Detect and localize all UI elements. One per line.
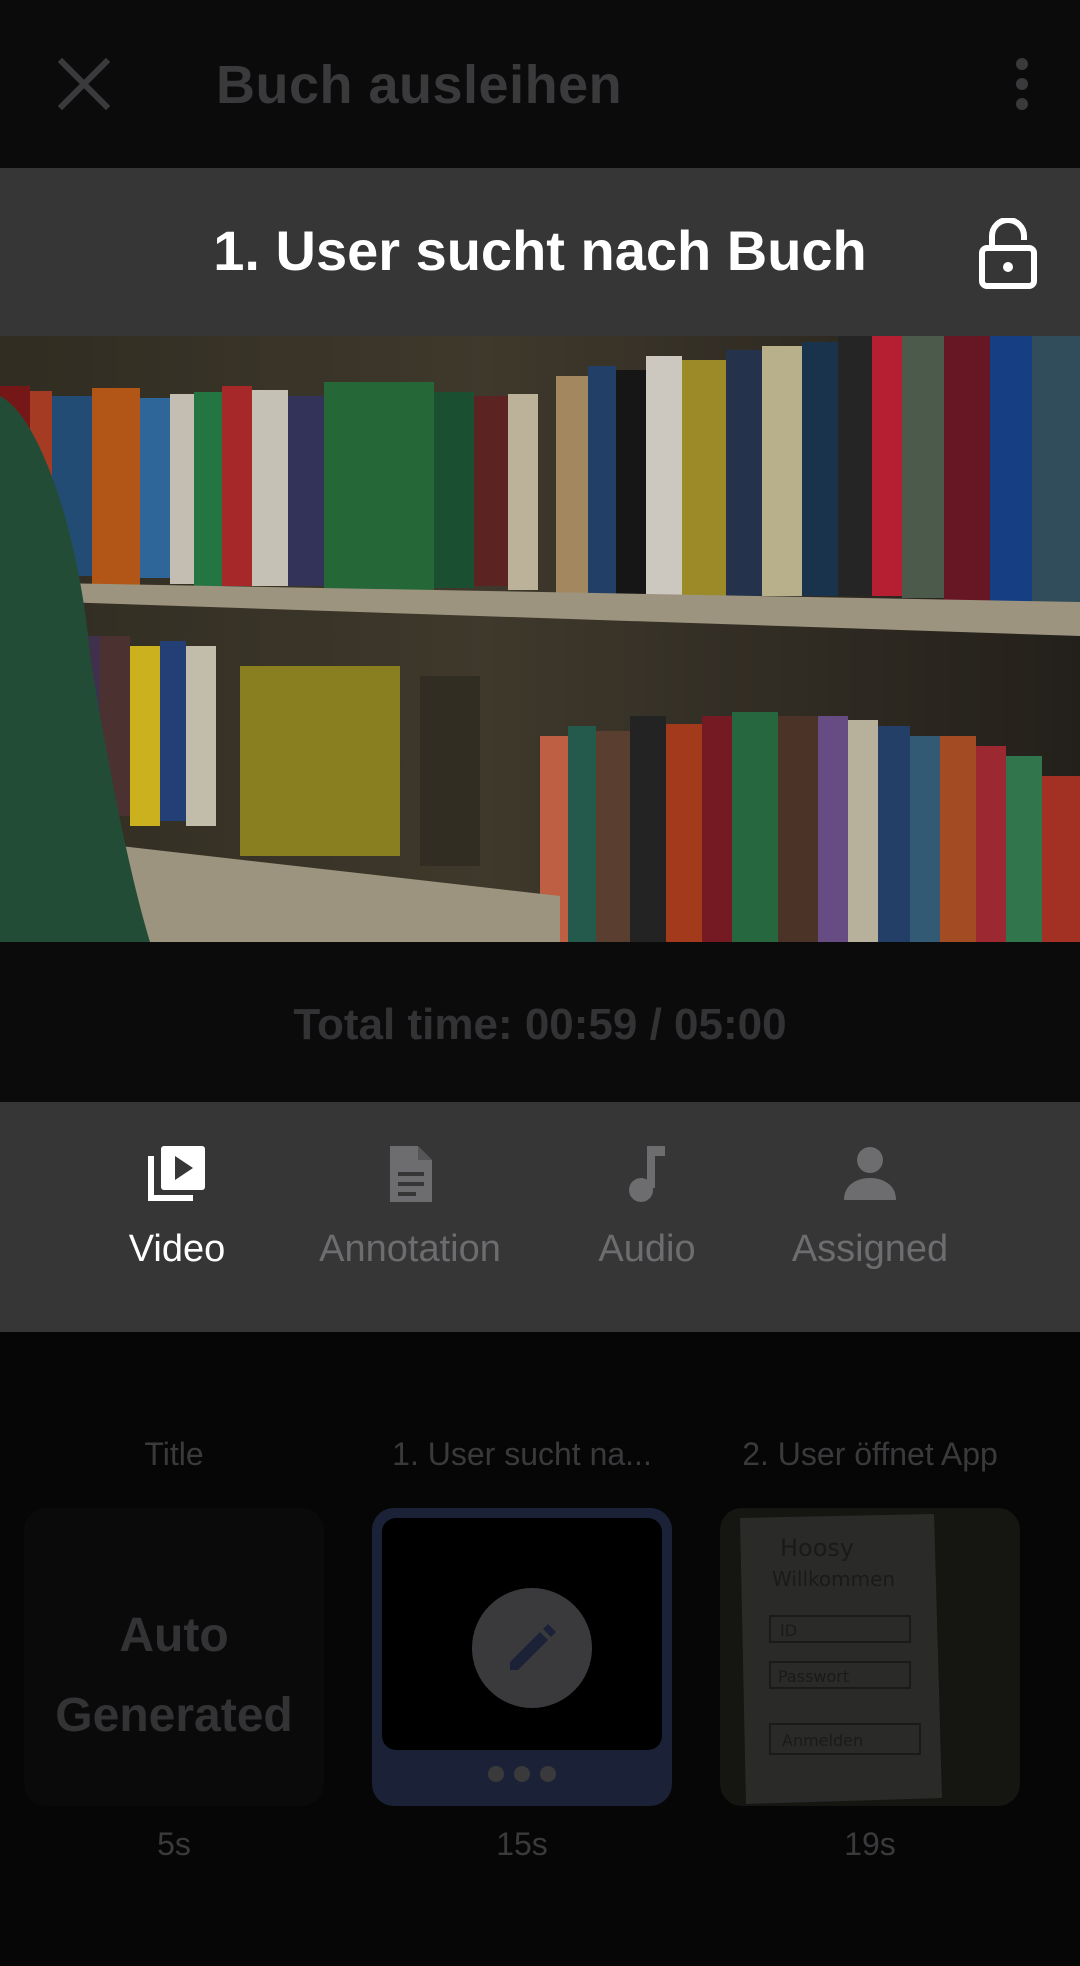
scene-duration: 19s — [844, 1826, 896, 1862]
scene-duration: 15s — [496, 1826, 548, 1862]
scene-card-label: Title — [144, 1436, 204, 1472]
thumbnail-preview — [382, 1518, 662, 1750]
music-note-icon — [629, 1146, 665, 1202]
tab-label: Video — [128, 1228, 226, 1270]
total-time-label: Total time: 00:59 / 05:00 — [293, 1000, 787, 1049]
library-bookshelf-image — [0, 336, 1080, 942]
scene-card-label: 2. User öffnet App — [742, 1436, 998, 1472]
sketch-field-2: Passwort — [778, 1667, 849, 1686]
top-app-bar: Buch ausleihen — [0, 0, 1080, 168]
scene-thumbnail[interactable] — [372, 1508, 672, 1806]
more-vert-icon — [1016, 58, 1028, 110]
app-title: Buch ausleihen — [216, 55, 623, 115]
scene-duration: 5s — [157, 1826, 191, 1862]
tab-assigned[interactable]: Assigned — [770, 1142, 970, 1292]
edit-button[interactable] — [472, 1588, 592, 1708]
sketch-field-1: ID — [780, 1621, 797, 1640]
scene-thumbnail[interactable]: Auto Generated — [24, 1508, 324, 1806]
close-icon — [57, 57, 111, 111]
tab-video[interactable]: Video — [112, 1142, 242, 1292]
lock-button[interactable] — [976, 217, 1040, 290]
sketch-heading-1: Hoosy — [780, 1534, 854, 1562]
video-library-icon — [148, 1146, 205, 1201]
time-bar: Total time: 00:59 / 05:00 — [0, 942, 1080, 1102]
document-icon — [390, 1146, 432, 1202]
more-options-button[interactable] — [1004, 56, 1040, 112]
scene-options-icon[interactable] — [372, 1766, 672, 1787]
page: Buch ausleihen 1. User sucht nach Buch T… — [0, 0, 1080, 1966]
tab-label: Assigned — [791, 1228, 949, 1270]
tab-bar: Video Annotation Audio Assigned — [0, 1102, 1080, 1332]
sketch-button: Anmelden — [782, 1731, 863, 1750]
lock-open-icon — [979, 217, 1037, 289]
scene-strip: Title Auto Generated 5s 1. User sucht na… — [0, 1332, 1080, 1966]
video-player[interactable] — [0, 336, 1080, 942]
scene-title[interactable]: 1. User sucht nach Buch — [0, 218, 1080, 283]
scene-card-label: 1. User sucht na... — [392, 1436, 652, 1472]
close-button[interactable] — [52, 52, 116, 116]
auto-generated-text: Auto Generated — [55, 1609, 293, 1742]
tab-annotation[interactable]: Annotation — [300, 1142, 520, 1292]
scene-header: 1. User sucht nach Buch — [0, 168, 1080, 336]
tab-audio[interactable]: Audio — [582, 1142, 712, 1292]
scene-thumbnail[interactable]: Hoosy Willkommen ID Passwort Anmelden — [720, 1508, 1020, 1806]
edit-icon — [510, 1624, 556, 1670]
tab-label: Annotation — [319, 1228, 501, 1270]
tab-label: Audio — [598, 1228, 696, 1270]
sketch-heading-2: Willkommen — [772, 1567, 895, 1591]
paper-sketch-image: Hoosy Willkommen ID Passwort Anmelden — [740, 1514, 942, 1804]
person-icon — [844, 1147, 896, 1200]
